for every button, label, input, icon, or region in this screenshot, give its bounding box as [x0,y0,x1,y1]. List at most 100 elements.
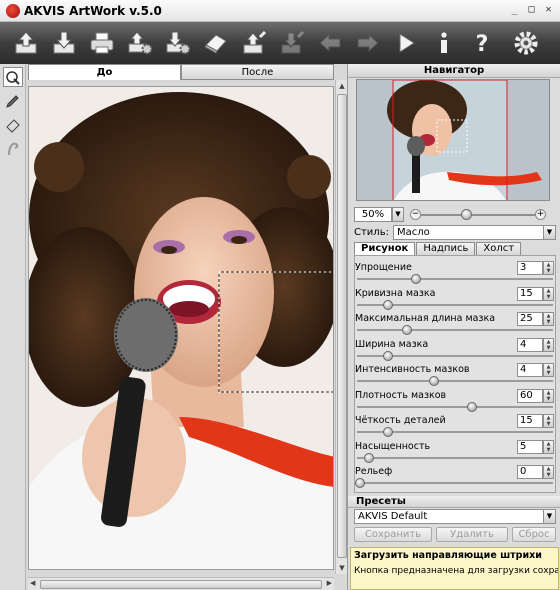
tab-text[interactable]: Надпись [416,242,476,255]
zoom-track [420,213,536,216]
scroll-down-icon[interactable]: ▼ [337,563,347,573]
param-value-field[interactable]: 0 [517,465,543,479]
zoom-slider[interactable]: − + [410,207,546,222]
param-slider-track[interactable] [357,482,553,484]
open-settings-button[interactable] [124,22,156,64]
param-slider-track[interactable] [357,278,553,280]
zoom-in-icon[interactable]: + [535,208,546,220]
hint-title: Загрузить направляющие штрихи [354,550,542,561]
param-slider-knob[interactable] [364,452,375,463]
vertical-scrollbar[interactable]: ▲ ▼ [335,80,347,574]
maximize-button[interactable]: □ [524,3,539,18]
spin-arrows-icon[interactable]: ▲ ▼ [543,363,554,377]
eraser-tool-icon [6,119,20,133]
main-toolbar: ? [0,22,560,64]
zoom-knob[interactable] [461,208,472,220]
pencil-tool[interactable] [3,91,23,111]
param-slider-track[interactable] [357,456,553,459]
save-settings-button[interactable] [162,22,194,64]
horizontal-scroll-thumb[interactable] [40,580,322,589]
preferences-button[interactable] [510,22,542,64]
svg-text:?: ? [476,32,489,57]
navigator-preview[interactable] [356,79,550,201]
preset-buttons: Сохранить Удалить Сброс [354,527,556,543]
param-row: Максимальная длина мазка 25 ▲ ▼ [355,311,555,336]
horizontal-scrollbar[interactable]: ◀ ▶ [28,577,334,590]
param-slider-knob[interactable] [401,325,412,335]
param-slider-track[interactable] [357,329,553,331]
tab-before[interactable]: До [28,64,181,80]
direction-brush-tool[interactable] [3,67,23,87]
param-value-field[interactable]: 4 [517,337,543,352]
open-icon [15,31,37,54]
param-slider-knob[interactable] [382,350,393,361]
about-button[interactable] [428,22,460,64]
style-row: Стиль: Масло ▼ [354,224,556,240]
save-image-button[interactable] [48,22,80,64]
param-value-field[interactable]: 3 [517,261,543,275]
param-slider-knob[interactable] [382,299,393,310]
spin-arrows-icon[interactable]: ▲ ▼ [543,465,554,479]
hand-tool[interactable] [3,139,23,159]
upload-strokes-icon [243,30,267,54]
load-strokes-button[interactable] [238,22,270,64]
param-row: Кривизна мазка 15 ▲ ▼ [355,286,555,311]
spin-arrows-icon[interactable]: ▲ ▼ [543,286,554,301]
style-select[interactable]: Масло ▼ [392,224,556,240]
undo-button[interactable] [314,22,346,64]
vertical-scroll-thumb[interactable] [337,94,347,558]
param-row: Упрощение 3 ▲ ▼ [355,260,555,285]
param-value-field[interactable]: 5 [517,439,543,454]
param-slider-knob[interactable] [382,427,393,437]
delete-preset-button[interactable]: Удалить [436,527,508,542]
run-button[interactable] [390,22,422,64]
param-row: Интенсивность мазков 4 ▲ ▼ [355,362,555,387]
spin-arrows-icon[interactable]: ▲ ▼ [543,388,554,403]
param-slider-knob[interactable] [466,401,477,412]
param-value-field[interactable]: 60 [517,388,543,403]
eraser-icon [204,34,227,54]
spin-arrows-icon[interactable]: ▲ ▼ [543,312,554,326]
param-value-field[interactable]: 25 [517,312,543,326]
param-slider-knob[interactable] [429,376,440,386]
param-slider-track[interactable] [357,380,553,382]
save-preset-button[interactable]: Сохранить [354,527,432,542]
param-label: Кривизна мазка [355,287,436,299]
navigator-thumbnail [357,80,549,200]
zoom-dropdown-icon[interactable]: ▼ [392,206,404,222]
reset-preset-button[interactable]: Сброс [512,527,556,542]
image-viewport[interactable] [28,86,334,570]
spin-arrows-icon[interactable]: ▲ ▼ [543,261,554,275]
scroll-right-icon[interactable]: ▶ [327,579,332,587]
tab-after[interactable]: После [181,64,334,80]
param-value-field[interactable]: 15 [517,414,543,428]
info-icon [441,32,447,53]
save-strokes-button[interactable] [276,22,308,64]
redo-button[interactable] [352,22,384,64]
minimize-button[interactable]: _ [507,3,522,18]
open-image-button[interactable] [10,22,42,64]
spin-arrows-icon[interactable]: ▲ ▼ [543,414,554,428]
zoom-field[interactable]: 50% [354,206,392,222]
param-value-field[interactable]: 4 [517,363,543,377]
spin-arrows-icon[interactable]: ▲ ▼ [543,439,554,454]
preset-select[interactable]: AKVIS Default ▼ [354,509,556,524]
param-slider-knob[interactable] [410,274,421,284]
param-slider-knob[interactable] [355,478,365,488]
eraser-button[interactable] [200,22,232,64]
param-slider-track[interactable] [357,405,553,408]
close-button[interactable]: ✕ [541,3,556,18]
param-value-field[interactable]: 15 [517,286,543,301]
tab-canvas[interactable]: Холст [476,242,522,255]
print-button[interactable] [86,22,118,64]
param-row: Чёткость деталей 15 ▲ ▼ [355,413,555,438]
spin-arrows-icon[interactable]: ▲ ▼ [543,337,554,352]
chevron-down-icon: ▼ [543,510,555,523]
eraser-tool[interactable] [3,115,23,135]
scroll-left-icon[interactable]: ◀ [30,579,35,587]
param-label: Интенсивность мазков [355,364,470,375]
arrow-right-icon [357,33,379,53]
help-button[interactable]: ? [466,22,498,64]
tab-drawing[interactable]: Рисунок [354,242,416,255]
scroll-up-icon[interactable]: ▲ [337,81,347,91]
